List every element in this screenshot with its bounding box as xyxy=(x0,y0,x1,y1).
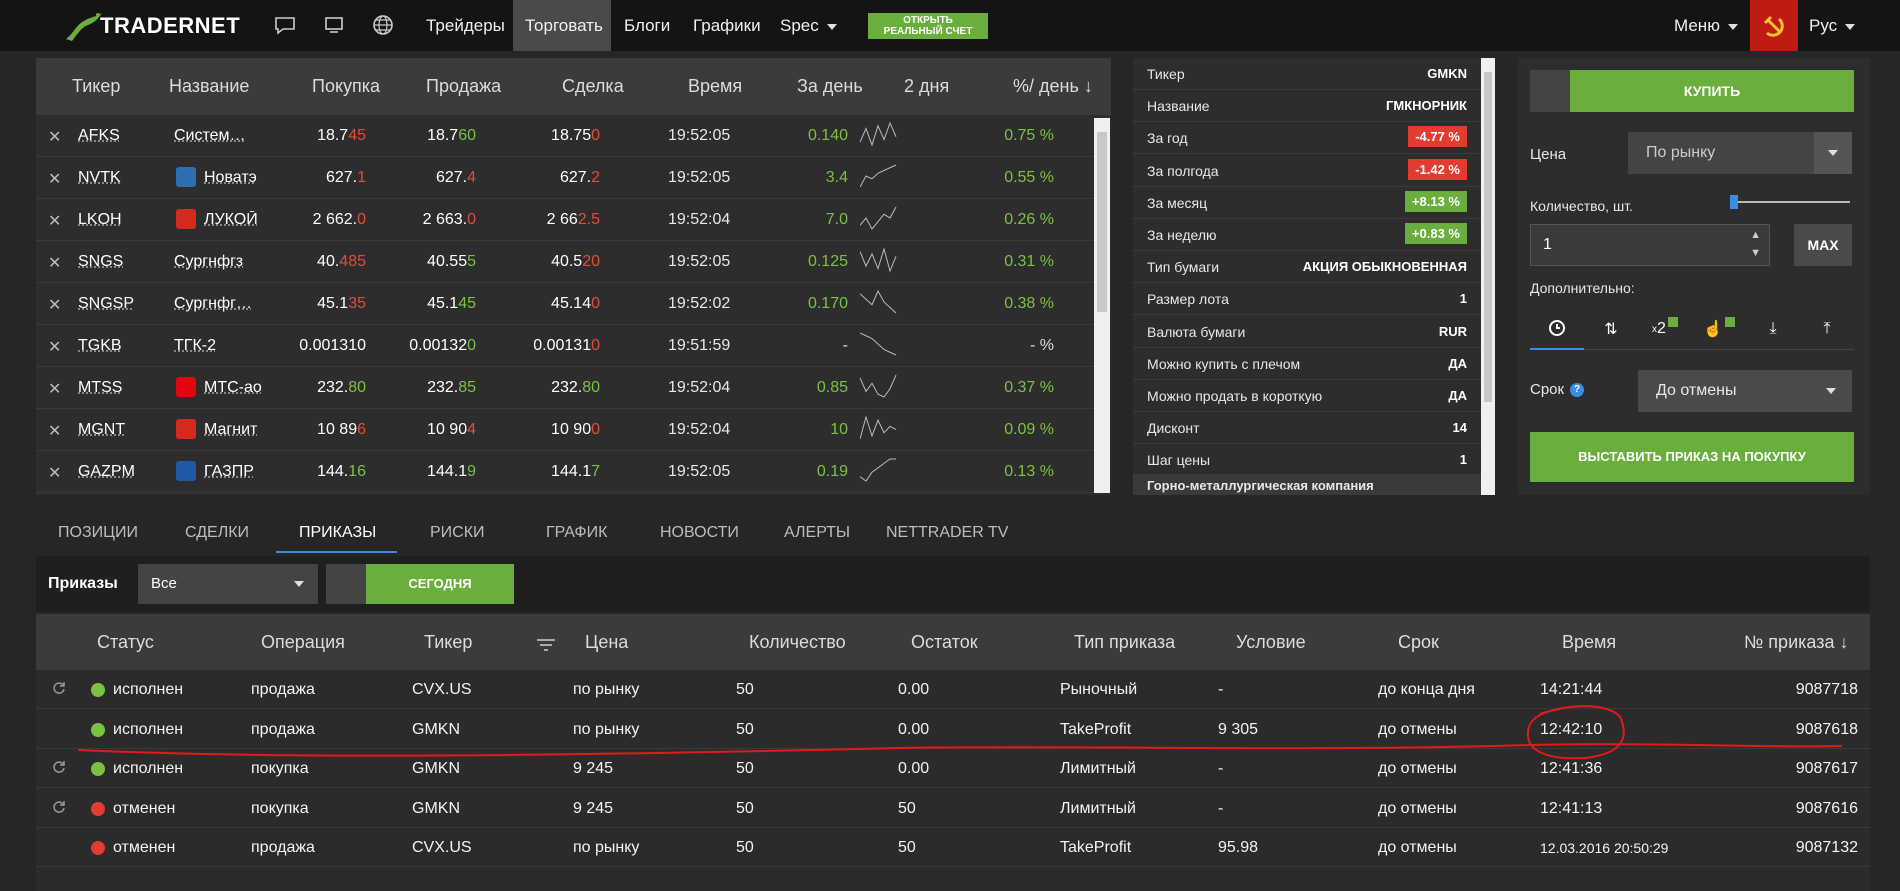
circle-annotation xyxy=(1526,705,1625,760)
annotation-overlay xyxy=(77,705,1843,760)
underline-annotation xyxy=(77,743,1843,757)
